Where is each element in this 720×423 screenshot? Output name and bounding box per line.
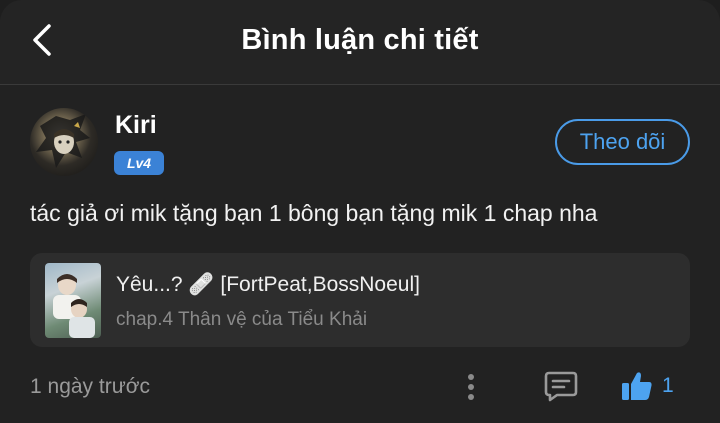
page-title: Bình luận chi tiết [241, 24, 479, 56]
more-options-button[interactable] [460, 370, 482, 404]
story-title: Yêu...? 🩹 [FortPeat,BossNoeul] [116, 273, 420, 296]
header-divider [0, 84, 720, 85]
comment-icon [544, 371, 578, 402]
story-chapter: chap.4 Thân vệ của Tiểu Khải [116, 309, 368, 330]
avatar-image [36, 114, 90, 168]
top-bar: Bình luận chi tiết [0, 0, 720, 84]
reply-button[interactable] [543, 369, 579, 403]
story-card[interactable]: Yêu...? 🩹 [FortPeat,BossNoeul] chap.4 Th… [30, 253, 690, 347]
like-count: 1 [662, 374, 674, 397]
thumbs-up-icon [622, 372, 652, 400]
avatar[interactable] [30, 108, 98, 176]
more-vertical-icon [468, 374, 474, 400]
follow-button[interactable]: Theo dõi [555, 119, 690, 165]
like-button[interactable]: 1 [618, 369, 678, 405]
comment-detail-screen: Bình luận chi tiết Kiri Lv4 Theo dõi tác… [0, 0, 720, 423]
comment-timestamp: 1 ngày trước [30, 375, 151, 398]
story-cover-image [45, 263, 101, 338]
comment-text: tác giả ơi mik tặng bạn 1 bông bạn tặng … [30, 200, 598, 226]
level-badge: Lv4 [114, 151, 164, 175]
username[interactable]: Kiri [115, 111, 157, 140]
